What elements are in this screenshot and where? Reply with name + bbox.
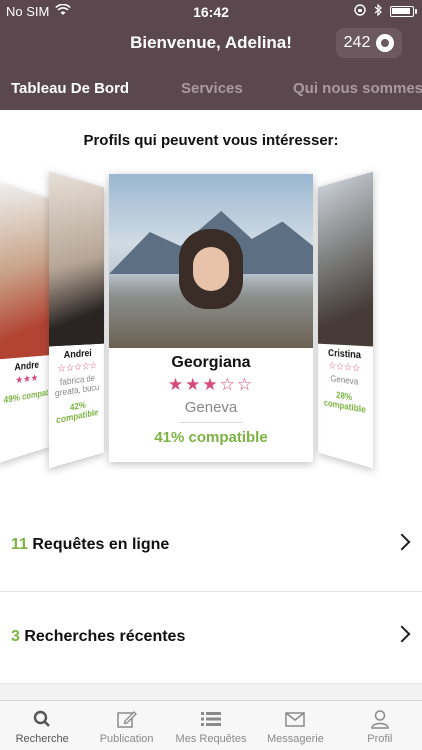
profile-compat: 49% compat: [3, 387, 49, 406]
tabbar-item-messagerie[interactable]: Messagerie: [253, 701, 337, 750]
chevron-right-icon: [393, 625, 411, 643]
profile-city: fabrica de greata, bucu: [54, 373, 100, 399]
tabbar-label: Publication: [99, 733, 154, 745]
profile-card-cristina[interactable]: Cristina ☆☆☆☆ Geneva 28% compatible: [318, 171, 373, 469]
tab-tableau-de-bord[interactable]: Tableau De Bord: [11, 80, 129, 97]
row-text: Requêtes en ligne: [27, 536, 170, 553]
profile-photo: [49, 171, 104, 347]
edit-icon: [84, 709, 168, 729]
row-count: 11: [11, 536, 28, 553]
tabbar-label: Recherche: [15, 733, 69, 745]
profile-photo: [318, 171, 373, 347]
coins-count: 242: [343, 34, 371, 51]
bluetooth-icon: [374, 3, 382, 19]
profile-card-andrei[interactable]: Andrei ☆☆☆☆☆ fabrica de greata, bucu 42%…: [49, 171, 104, 469]
status-bar: No SIM 16:42: [0, 0, 422, 22]
user-icon: [338, 709, 422, 729]
tabbar-item-recherche[interactable]: Recherche: [0, 701, 84, 750]
tabbar-label: Mes Requêtes: [175, 733, 247, 745]
tabbar-item-publication[interactable]: Publication: [84, 701, 168, 750]
profile-city: Geneva: [179, 399, 243, 423]
chevron-right-icon: [393, 533, 411, 551]
profile-compat: 28% compatible: [323, 389, 366, 416]
list-icon: [169, 709, 253, 729]
battery-icon: [390, 6, 417, 17]
row-text: Recherches récentes: [19, 628, 186, 645]
profile-card-andre[interactable]: Andre ★★★ 49% compat: [0, 183, 52, 463]
profiles-carousel-section: Profils qui peuvent vous intéresser: And…: [0, 110, 422, 500]
tabbar-label: Messagerie: [266, 733, 324, 745]
app-header: No SIM 16:42 Bienvenue, Adelina! 242 Tab…: [0, 0, 422, 110]
tab-qui-nous-sommes[interactable]: Qui nous sommes: [293, 80, 422, 97]
top-tabs: Tableau De Bord Services Qui nous sommes: [0, 66, 422, 110]
profile-compat: 41% compatible: [154, 429, 268, 446]
tab-services[interactable]: Services: [181, 80, 243, 97]
coin-icon: [376, 34, 395, 52]
profile-card-georgiana[interactable]: Georgiana ★★★☆☆ Geneva 41% compatible: [109, 174, 313, 462]
row-label: 3 Recherches récentes: [11, 628, 185, 646]
profiles-heading: Profils qui peuvent vous intéresser:: [83, 132, 339, 149]
row-count: 3: [11, 628, 20, 645]
tabbar-item-mes-requetes[interactable]: Mes Requêtes: [169, 701, 253, 750]
row-label: 11 Requêtes en ligne: [11, 536, 169, 554]
row-online-requests[interactable]: 11 Requêtes en ligne: [0, 500, 422, 592]
profile-name: Georgiana: [171, 354, 251, 371]
coins-badge[interactable]: 242: [336, 28, 402, 58]
row-recent-searches[interactable]: 3 Recherches récentes: [0, 592, 422, 684]
profile-photo: [109, 174, 313, 348]
profile-compat: 42% compatible: [56, 399, 99, 426]
bottom-tab-bar: Recherche Publication Mes Requêtes Messa…: [0, 700, 422, 750]
mail-icon: [253, 709, 337, 729]
profile-rating: ★★★☆☆: [167, 375, 255, 394]
profile-photo: [0, 183, 52, 360]
orientation-lock-icon: [354, 4, 366, 19]
tabbar-label: Profil: [367, 733, 393, 745]
tabbar-item-profil[interactable]: Profil: [338, 701, 422, 750]
search-icon: [0, 709, 84, 729]
